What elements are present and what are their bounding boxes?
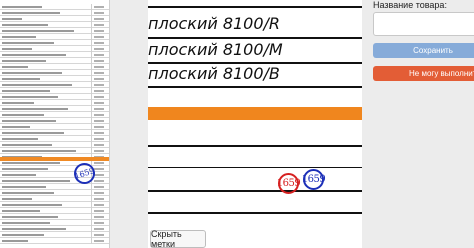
doc-rule xyxy=(148,6,362,8)
labeling-app: 1659 плоский 8100/R плоский 8100/М плоск… xyxy=(0,0,474,248)
doc-rule xyxy=(148,167,362,168)
product-name-input[interactable] xyxy=(373,12,474,36)
stamp-blue[interactable]: 1659 xyxy=(302,169,326,190)
document-thumbnail[interactable]: 1659 xyxy=(0,0,110,248)
thumbnail-highlight-row xyxy=(0,157,109,161)
product-name-label: Название товара: xyxy=(373,0,447,10)
form-panel: Название товара: Сохранить Не могу выпол… xyxy=(362,0,474,248)
doc-rule xyxy=(148,190,362,192)
cannot-complete-button[interactable]: Не могу выполнить р xyxy=(373,66,474,81)
doc-rule xyxy=(148,212,362,214)
save-button[interactable]: Сохранить xyxy=(373,43,474,58)
thumbnail-row xyxy=(0,238,109,244)
doc-rule xyxy=(148,37,362,39)
hide-labels-button[interactable]: Скрыть метки xyxy=(150,229,206,248)
doc-text-line-1: плоский 8100/R xyxy=(148,14,281,33)
stamp-red[interactable]: 1659 xyxy=(277,173,301,194)
document-view[interactable]: плоский 8100/R плоский 8100/М плоский 81… xyxy=(148,0,362,248)
highlighted-row xyxy=(148,107,362,120)
doc-rule xyxy=(148,145,362,147)
doc-rule xyxy=(148,86,362,88)
doc-text-line-2: плоский 8100/М xyxy=(148,40,283,59)
doc-text-line-3: плоский 8100/В xyxy=(148,64,280,83)
